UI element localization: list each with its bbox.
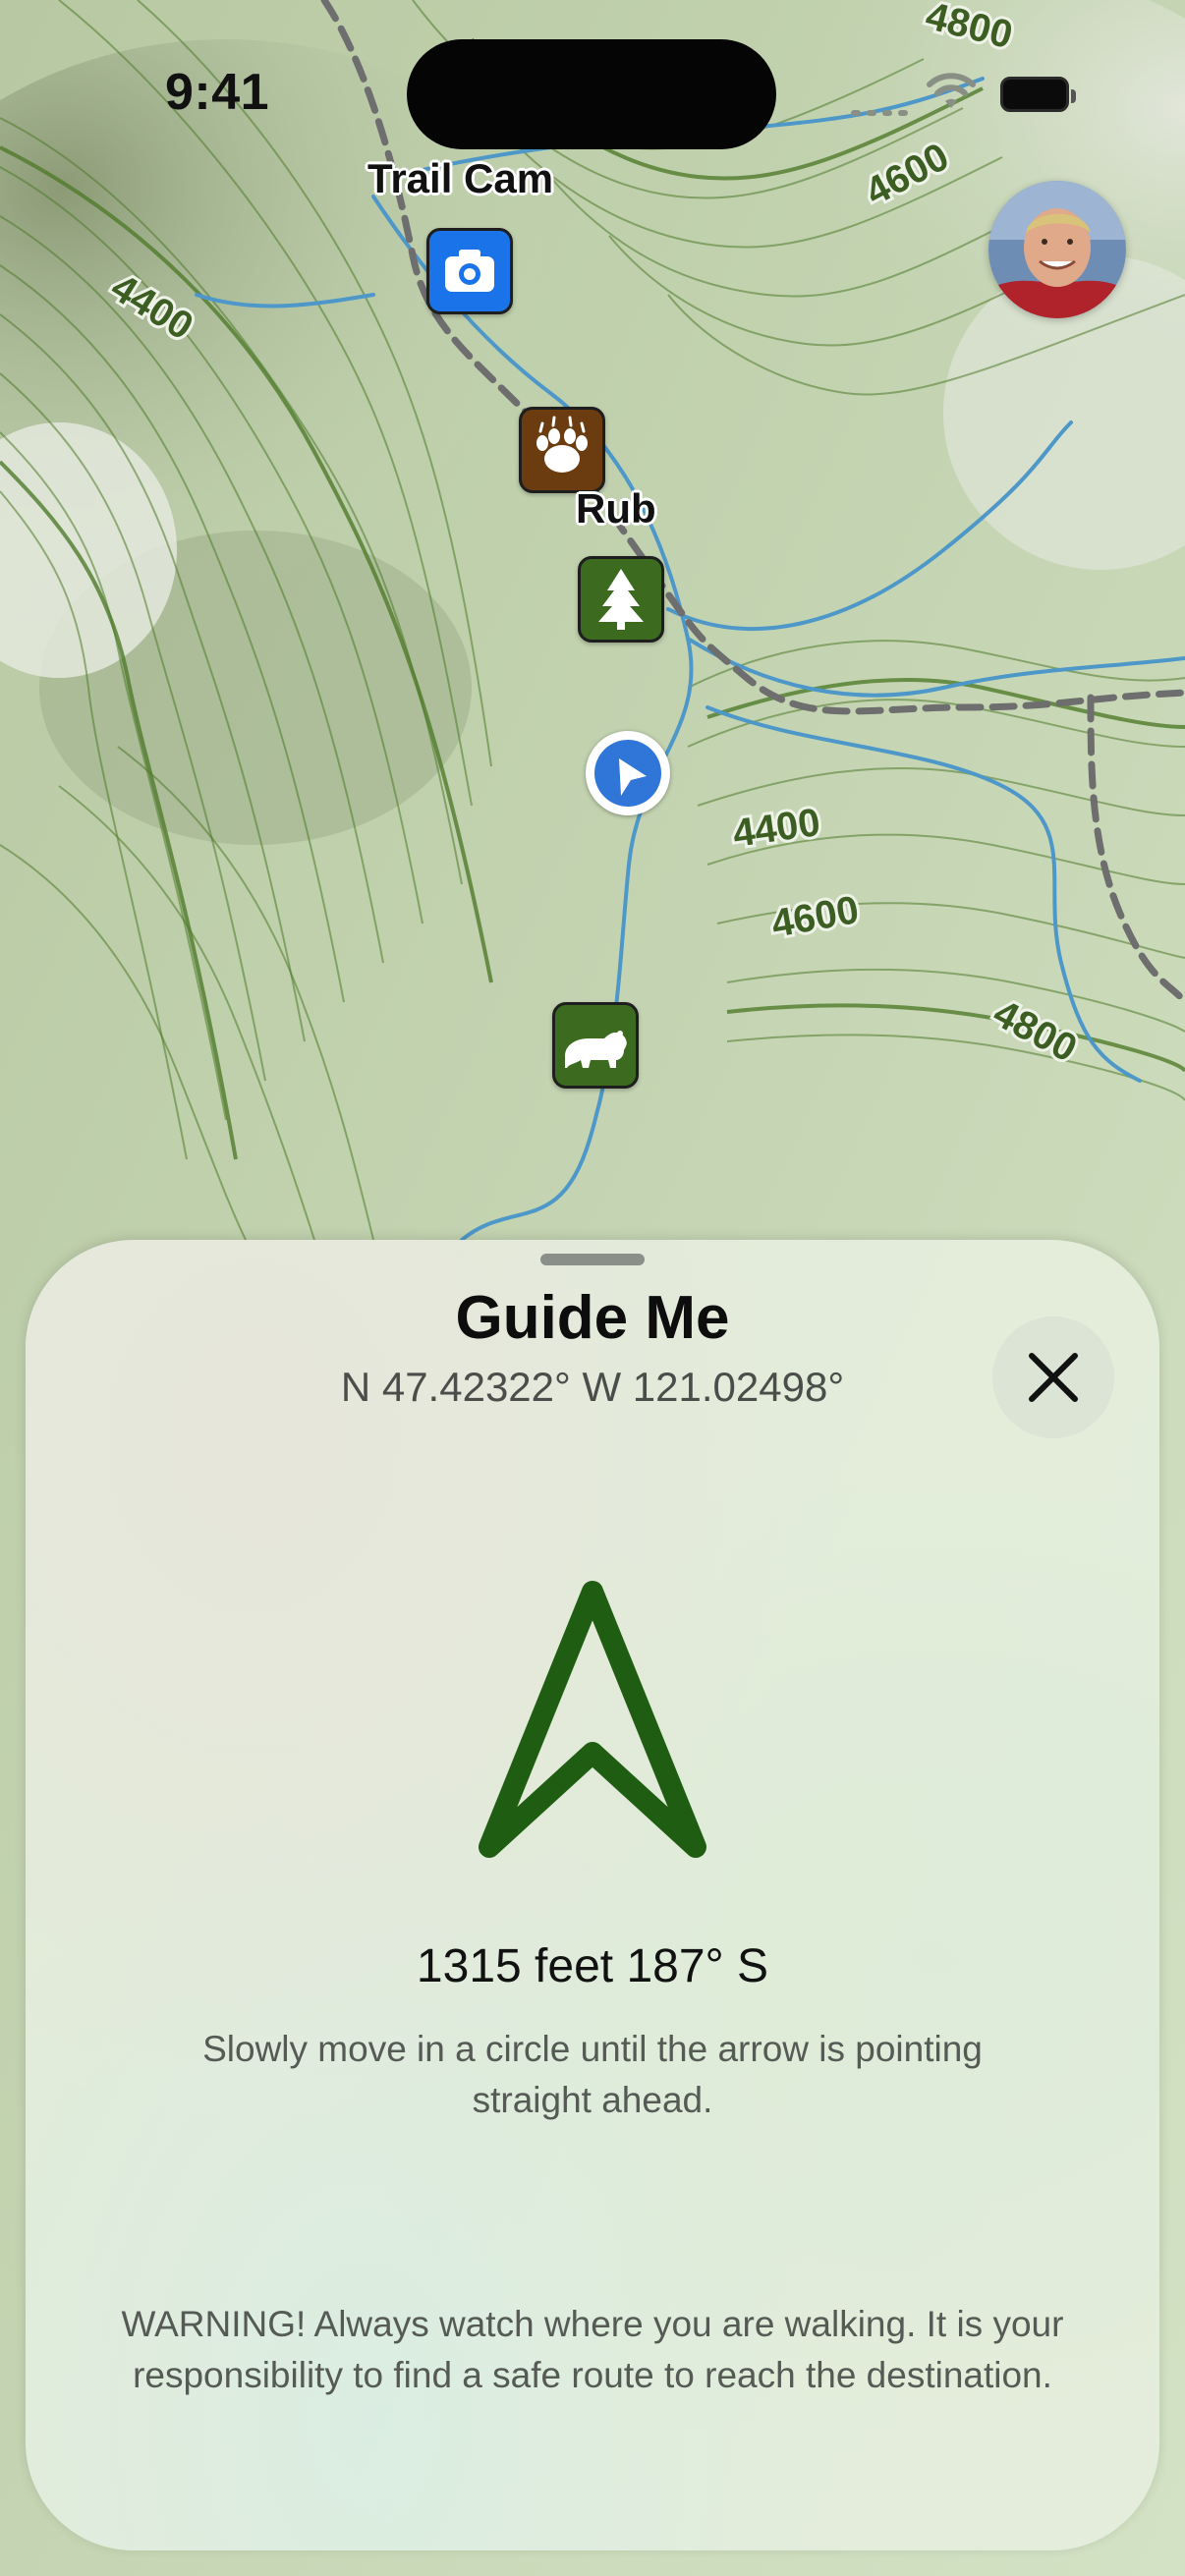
cellular-signal-icon [851,96,908,116]
close-icon [1029,1353,1078,1402]
sheet-grabber[interactable] [540,1254,645,1265]
camera-icon [445,250,494,292]
marker-tree[interactable] [578,556,664,643]
close-button[interactable] [992,1316,1114,1438]
battery-icon [1000,77,1076,112]
distance-bearing: 1315 feet 187° S [416,1940,769,1992]
location-arrow-icon [619,758,647,796]
safety-warning: WARNING! Always watch where you are walk… [121,2304,1064,2395]
bear-icon [565,1031,627,1068]
sheet-title: Guide Me [455,1284,730,1352]
dynamic-island [407,39,776,149]
marker-rub[interactable] [519,407,605,493]
bear-paw-icon [536,416,588,473]
calibration-instruction: Slowly move in a circle until the arrow … [202,2029,983,2120]
marker-bear[interactable] [552,1002,639,1089]
destination-coordinates: N 47.42322° W 121.02498° [340,1364,845,1410]
profile-avatar[interactable] [988,181,1126,318]
status-time: 9:41 [165,64,270,121]
avatar-photo [988,181,1126,318]
marker-label-trail-cam: Trail Cam [367,155,554,201]
guide-me-sheet: Guide Me N 47.42322° W 121.02498° 1315 f… [26,1240,1159,2550]
current-location-marker[interactable] [586,731,670,815]
marker-label-rub: Rub [576,485,656,532]
marker-trail-cam[interactable] [426,228,513,314]
pine-tree-icon [598,569,644,630]
navigation-arrow-icon [479,1581,706,1858]
status-bar: 9:41 [0,0,1185,149]
wifi-icon [927,73,976,108]
